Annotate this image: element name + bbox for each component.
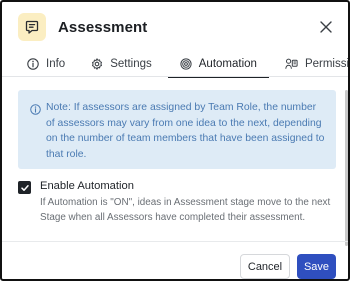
checkmark-icon	[20, 184, 29, 191]
note-text: Note: If assessors are assigned by Team …	[46, 102, 325, 160]
tab-info[interactable]: Info	[18, 52, 73, 76]
tab-info-label: Info	[46, 58, 66, 70]
gear-icon	[91, 58, 103, 70]
dialog-header: Assessment	[18, 12, 334, 42]
tab-permissions-label: Permissions	[304, 58, 350, 70]
tab-settings-label: Settings	[110, 58, 152, 70]
assessment-dialog: Assessment Info Settings Automation Perm…	[0, 0, 350, 281]
dialog-title: Assessment	[58, 18, 148, 36]
enable-automation-row: Enable Automation If Automation is "ON",…	[18, 179, 338, 225]
tab-bar: Info Settings Automation Permissi	[18, 52, 348, 78]
info-icon	[27, 58, 39, 70]
tab-permissions[interactable]: Permissions	[277, 52, 350, 76]
enable-automation-description: If Automation is "ON", ideas in Assessme…	[40, 197, 331, 223]
automation-icon	[180, 58, 192, 70]
tab-automation[interactable]: Automation	[167, 52, 270, 78]
save-button[interactable]: Save	[297, 254, 336, 279]
close-icon[interactable]	[316, 17, 336, 37]
info-icon	[30, 102, 41, 169]
info-note: Note: If assessors are assigned by Team …	[18, 90, 336, 169]
enable-automation-label: Enable Automation	[40, 180, 134, 192]
tab-automation-label: Automation	[198, 58, 257, 70]
content-scrollbar[interactable]	[345, 90, 348, 246]
enable-automation-checkbox[interactable]	[18, 181, 31, 194]
permissions-icon	[285, 58, 298, 70]
tab-settings[interactable]: Settings	[83, 52, 160, 76]
footer-divider	[2, 241, 348, 242]
tab-divider	[2, 76, 348, 77]
assessment-icon	[18, 13, 46, 41]
cancel-button[interactable]: Cancel	[240, 254, 290, 279]
